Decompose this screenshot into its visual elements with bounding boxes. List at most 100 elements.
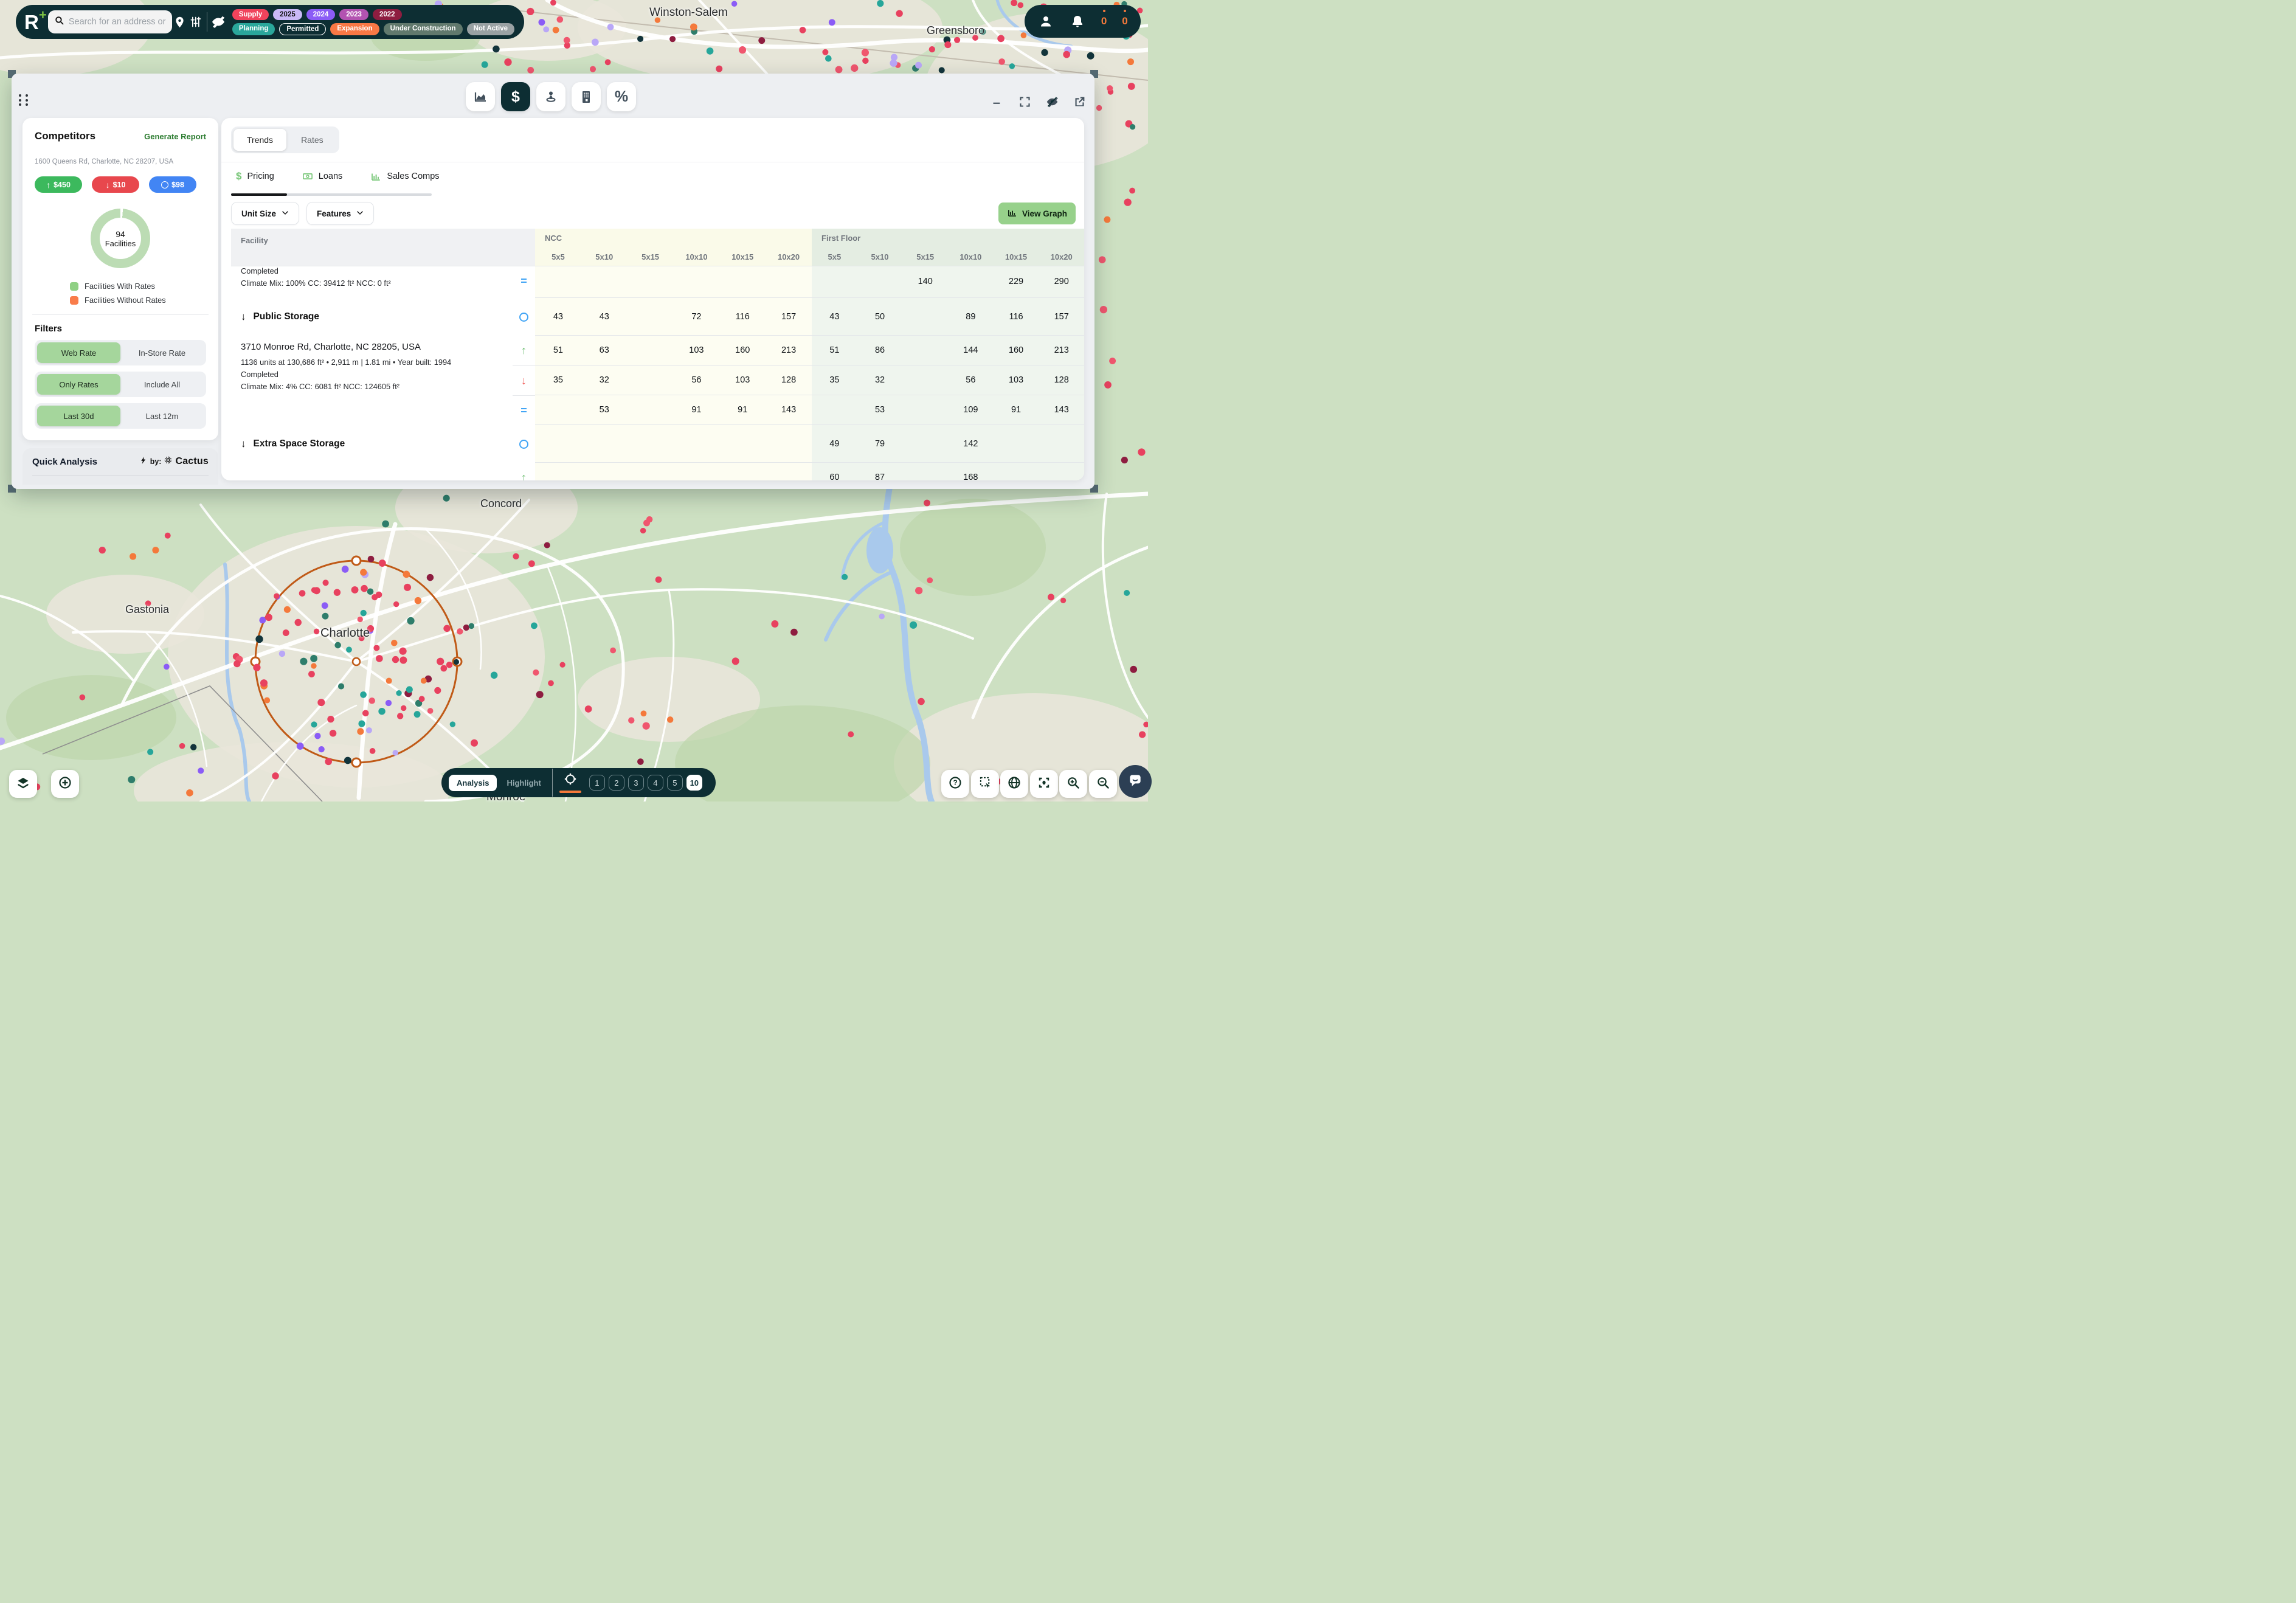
quick-analysis-card: Quick Analysis by: Cactus <box>22 448 218 485</box>
user-icon[interactable] <box>1036 11 1056 32</box>
column-header-10x15[interactable]: 10x15 <box>994 252 1039 261</box>
pill-permitted[interactable]: Permitted <box>279 23 326 35</box>
pill-supply[interactable]: Supply <box>232 9 269 20</box>
column-header-10x20[interactable]: 10x20 <box>766 252 812 261</box>
add-button[interactable] <box>51 770 79 798</box>
chat-button[interactable] <box>1119 765 1152 798</box>
legend-item: Facilities Without Rates <box>70 296 166 305</box>
column-header-5x5[interactable]: 5x5 <box>535 252 581 261</box>
column-header-10x10[interactable]: 10x10 <box>948 252 994 261</box>
mode-highlight[interactable]: Highlight <box>500 775 547 791</box>
help-button[interactable]: ? <box>941 770 969 798</box>
competitors-sidebar: Competitors Generate Report 1600 Queens … <box>22 118 218 440</box>
radius-page-4[interactable]: 4 <box>648 775 663 791</box>
toolbar-dollar-button[interactable]: $ <box>501 82 530 111</box>
rate-cell: 35 <box>535 366 581 395</box>
column-header-facility[interactable]: Facility <box>231 229 535 266</box>
column-header-5x15[interactable]: 5x15 <box>902 252 948 261</box>
mode-analysis[interactable]: Analysis <box>449 775 497 791</box>
pill-2024[interactable]: 2024 <box>306 9 336 20</box>
stat-pill-down[interactable]: ↓$10 <box>92 176 139 193</box>
tab-rates[interactable]: Rates <box>288 129 337 151</box>
filter-sliders-icon[interactable] <box>187 12 202 32</box>
view-graph-button[interactable]: View Graph <box>998 203 1076 224</box>
radius-page-2[interactable]: 2 <box>609 775 624 791</box>
stat-pill-circle[interactable]: $98 <box>149 176 196 193</box>
rate-cell: 49 <box>812 425 857 462</box>
column-header-5x15[interactable]: 5x15 <box>628 252 674 261</box>
column-header-10x10[interactable]: 10x10 <box>673 252 719 261</box>
rate-cell <box>628 336 674 365</box>
radius-tool-button[interactable] <box>560 772 581 793</box>
toggle-web-rate[interactable]: Web RateIn-Store Rate <box>35 340 206 365</box>
drag-grip-icon[interactable] <box>19 94 30 106</box>
rate-cell: 43 <box>812 298 857 335</box>
tab-trends[interactable]: Trends <box>233 129 286 151</box>
zoom-out-button[interactable] <box>1089 770 1117 798</box>
tab-loans[interactable]: Loans <box>302 170 343 182</box>
counter-badge-2[interactable]: 0 <box>1120 15 1130 27</box>
app-logo[interactable]: R+ <box>24 12 48 32</box>
toolbar-percent-button[interactable]: % <box>607 82 636 111</box>
rate-cell <box>628 366 674 395</box>
pill-expansion[interactable]: Expansion <box>330 23 379 35</box>
basemap-button[interactable] <box>1000 770 1028 798</box>
generate-report-link[interactable]: Generate Report <box>144 132 206 141</box>
radius-page-5[interactable]: 5 <box>667 775 683 791</box>
pill-planning[interactable]: Planning <box>232 23 275 35</box>
tab-pricing[interactable]: $Pricing <box>236 170 274 182</box>
zoom-in-button[interactable] <box>1059 770 1087 798</box>
eye-off-icon[interactable] <box>1046 95 1059 108</box>
pill-2022[interactable]: 2022 <box>373 9 402 20</box>
rate-cell <box>1039 425 1084 462</box>
features-dropdown[interactable]: Features <box>306 202 374 225</box>
rate-cell <box>581 266 628 296</box>
minimize-icon[interactable] <box>992 95 1004 108</box>
pill-2023[interactable]: 2023 <box>339 9 368 20</box>
chevron-down-icon <box>282 209 289 218</box>
fullscreen-icon[interactable] <box>1018 95 1031 108</box>
stat-pill-up[interactable]: ↑$450 <box>35 176 82 193</box>
pill-under-construction[interactable]: Under Construction <box>384 23 463 35</box>
radius-page-1[interactable]: 1 <box>589 775 605 791</box>
search-box[interactable] <box>48 10 172 33</box>
pill-2025[interactable]: 2025 <box>273 9 302 20</box>
toolbar-area-chart-button[interactable] <box>466 82 495 111</box>
table-row-facility[interactable]: CompletedClimate Mix: 100% CC: 39412 ft²… <box>231 266 1084 297</box>
radius-page-3[interactable]: 3 <box>628 775 644 791</box>
recenter-button[interactable] <box>1030 770 1058 798</box>
column-header-5x5[interactable]: 5x5 <box>812 252 857 261</box>
table-row-facility[interactable]: 3710 Monroe Rd, Charlotte, NC 28205, USA… <box>231 335 1084 424</box>
column-header-10x15[interactable]: 10x15 <box>719 252 766 261</box>
rate-cell: 53 <box>857 395 903 424</box>
rate-cell: 56 <box>948 366 994 395</box>
radius-page-10[interactable]: 10 <box>686 775 702 791</box>
chevron-down-icon <box>356 209 364 218</box>
legend-item: Facilities With Rates <box>70 282 155 291</box>
table-row-facility[interactable]: ↑6087168 <box>231 462 1084 480</box>
unit-size-dropdown[interactable]: Unit Size <box>231 202 299 225</box>
column-header-10x20[interactable]: 10x20 <box>1039 252 1084 261</box>
layers-button[interactable] <box>9 770 37 798</box>
analytics-panel: $% Competitors Generate Report 1600 Quee… <box>12 74 1094 489</box>
column-header-5x10[interactable]: 5x10 <box>581 252 628 261</box>
location-pin-icon[interactable] <box>172 12 187 32</box>
rate-cell: 144 <box>948 336 994 365</box>
select-area-button[interactable] <box>971 770 999 798</box>
eye-off-icon[interactable] <box>210 12 226 32</box>
toolbar-building-button[interactable] <box>572 82 601 111</box>
counter-badge-1[interactable]: 0 <box>1099 15 1109 27</box>
toggle-only-rates[interactable]: Only RatesInclude All <box>35 372 206 397</box>
column-header-5x10[interactable]: 5x10 <box>857 252 903 261</box>
search-input[interactable] <box>69 17 166 27</box>
toolbar-person-pin-button[interactable] <box>536 82 565 111</box>
toggle-last-30d[interactable]: Last 30dLast 12m <box>35 403 206 429</box>
bell-icon[interactable] <box>1067 11 1088 32</box>
rate-cell <box>628 298 674 335</box>
pill-not-active[interactable]: Not Active <box>467 23 514 35</box>
table-row-brand[interactable]: ↓Public Storage434372116157435089116157 <box>231 297 1084 335</box>
rate-cell <box>535 463 581 480</box>
open-external-icon[interactable] <box>1073 95 1086 108</box>
table-row-brand[interactable]: ↓Extra Space Storage4979142 <box>231 424 1084 462</box>
tab-sales-comps[interactable]: Sales Comps <box>370 170 439 182</box>
